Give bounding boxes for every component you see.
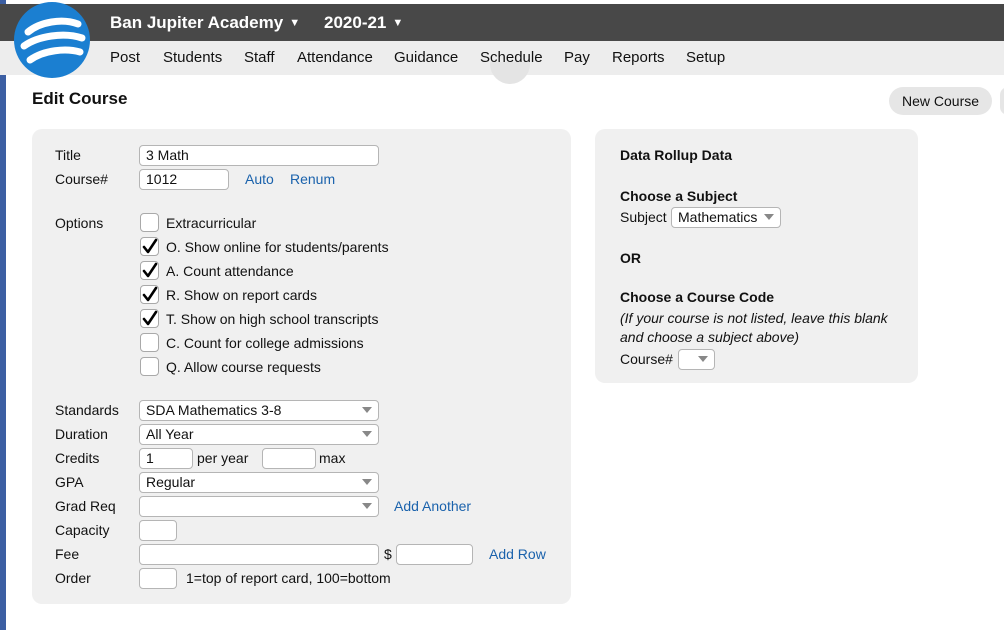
new-course-button[interactable]: New Course: [889, 87, 992, 115]
nav-setup[interactable]: Setup: [686, 49, 725, 66]
nav-staff[interactable]: Staff: [244, 49, 275, 66]
next-button-peek[interactable]: [1000, 87, 1004, 115]
dollar-sign: $: [384, 546, 392, 562]
option-report-cards-checkbox[interactable]: [140, 285, 159, 304]
school-selector[interactable]: Ban Jupiter Academy ▼: [110, 13, 300, 33]
option-transcripts-label: T. Show on high school transcripts: [166, 311, 379, 327]
duration-select[interactable]: All Year: [139, 424, 379, 445]
course-code-heading: Choose a Course Code: [620, 289, 775, 305]
options-label: Options: [55, 215, 104, 231]
title-input[interactable]: 3 Math: [139, 145, 379, 166]
checkmark-icon: [142, 238, 158, 254]
option-attendance-label: A. Count attendance: [166, 263, 294, 279]
credits-input[interactable]: 1: [139, 448, 193, 469]
checkmark-icon: [142, 286, 158, 302]
checkmark-icon: [142, 262, 158, 278]
option-online-label: O. Show online for students/parents: [166, 239, 389, 255]
checkmark-icon: [142, 310, 158, 326]
capacity-input[interactable]: [139, 520, 177, 541]
nav-reports[interactable]: Reports: [612, 49, 665, 66]
course-code-note-line-1: (If your course is not listed, leave thi…: [620, 310, 888, 326]
app-logo-icon[interactable]: [14, 2, 90, 78]
nav-attendance[interactable]: Attendance: [297, 49, 373, 66]
per-year-label: per year: [197, 450, 249, 466]
order-input[interactable]: [139, 568, 177, 589]
subject-value: Mathematics: [678, 209, 758, 225]
subject-label: Subject: [620, 209, 667, 225]
fee-amount-input[interactable]: [396, 544, 473, 565]
fee-label: Fee: [55, 546, 80, 562]
nav-post[interactable]: Post: [110, 49, 140, 66]
capacity-label: Capacity: [55, 522, 110, 538]
gpa-value: Regular: [146, 474, 196, 490]
option-attendance-checkbox[interactable]: [140, 261, 159, 280]
max-label: max: [319, 450, 346, 466]
option-requests-label: Q. Allow course requests: [166, 359, 321, 375]
option-online-checkbox[interactable]: [140, 237, 159, 256]
add-row-link[interactable]: Add Row: [489, 546, 546, 562]
subject-select[interactable]: Mathematics: [671, 207, 781, 228]
option-extracurricular-label: Extracurricular: [166, 215, 257, 231]
fee-description-input[interactable]: [139, 544, 379, 565]
subject-heading: Choose a Subject: [620, 188, 738, 204]
window-edge: [0, 0, 6, 630]
nav-schedule[interactable]: Schedule: [480, 49, 543, 66]
order-hint: 1=top of report card, 100=bottom: [186, 570, 391, 586]
dropdown-arrow-icon: [362, 431, 372, 437]
dropdown-arrow-icon: [362, 479, 372, 485]
course-number-label: Course#: [55, 171, 108, 187]
rollup-course-label: Course#: [620, 351, 673, 367]
title-label: Title: [55, 147, 81, 163]
max-credits-input[interactable]: [262, 448, 316, 469]
option-requests-checkbox[interactable]: [140, 357, 159, 376]
year-selector[interactable]: 2020-21 ▼: [324, 13, 403, 33]
grad-req-select[interactable]: [139, 496, 379, 517]
gpa-label: GPA: [55, 474, 84, 490]
standards-value: SDA Mathematics 3-8: [146, 402, 282, 418]
standards-select[interactable]: SDA Mathematics 3-8: [139, 400, 379, 421]
option-college-label: C. Count for college admissions: [166, 335, 364, 351]
school-name: Ban Jupiter Academy: [110, 13, 284, 32]
dropdown-arrow-icon: [698, 356, 708, 362]
credits-label: Credits: [55, 450, 100, 466]
option-report-cards-label: R. Show on report cards: [166, 287, 317, 303]
course-code-select[interactable]: [678, 349, 715, 370]
option-transcripts-checkbox[interactable]: [140, 309, 159, 328]
standards-label: Standards: [55, 402, 119, 418]
nav-pay[interactable]: Pay: [564, 49, 590, 66]
nav-students[interactable]: Students: [163, 49, 222, 66]
course-code-note-line-2: and choose a subject above): [620, 329, 800, 345]
order-label: Order: [55, 570, 91, 586]
dropdown-arrow-icon: [362, 503, 372, 509]
chevron-down-icon: ▼: [289, 17, 301, 29]
or-label: OR: [620, 250, 641, 266]
duration-label: Duration: [55, 426, 108, 442]
gpa-select[interactable]: Regular: [139, 472, 379, 493]
option-college-checkbox[interactable]: [140, 333, 159, 352]
auto-link[interactable]: Auto: [245, 171, 274, 187]
add-another-link[interactable]: Add Another: [394, 498, 471, 514]
year-label: 2020-21: [324, 13, 387, 32]
page-title: Edit Course: [32, 89, 128, 108]
rollup-title: Data Rollup Data: [620, 147, 733, 163]
chevron-down-icon: ▼: [392, 17, 404, 29]
grad-req-label: Grad Req: [55, 498, 116, 514]
course-number-input[interactable]: 1012: [139, 169, 229, 190]
dropdown-arrow-icon: [362, 407, 372, 413]
nav-guidance[interactable]: Guidance: [394, 49, 458, 66]
renum-link[interactable]: Renum: [290, 171, 335, 187]
duration-value: All Year: [146, 426, 194, 442]
option-extracurricular-checkbox[interactable]: [140, 213, 159, 232]
dropdown-arrow-icon: [764, 214, 774, 220]
